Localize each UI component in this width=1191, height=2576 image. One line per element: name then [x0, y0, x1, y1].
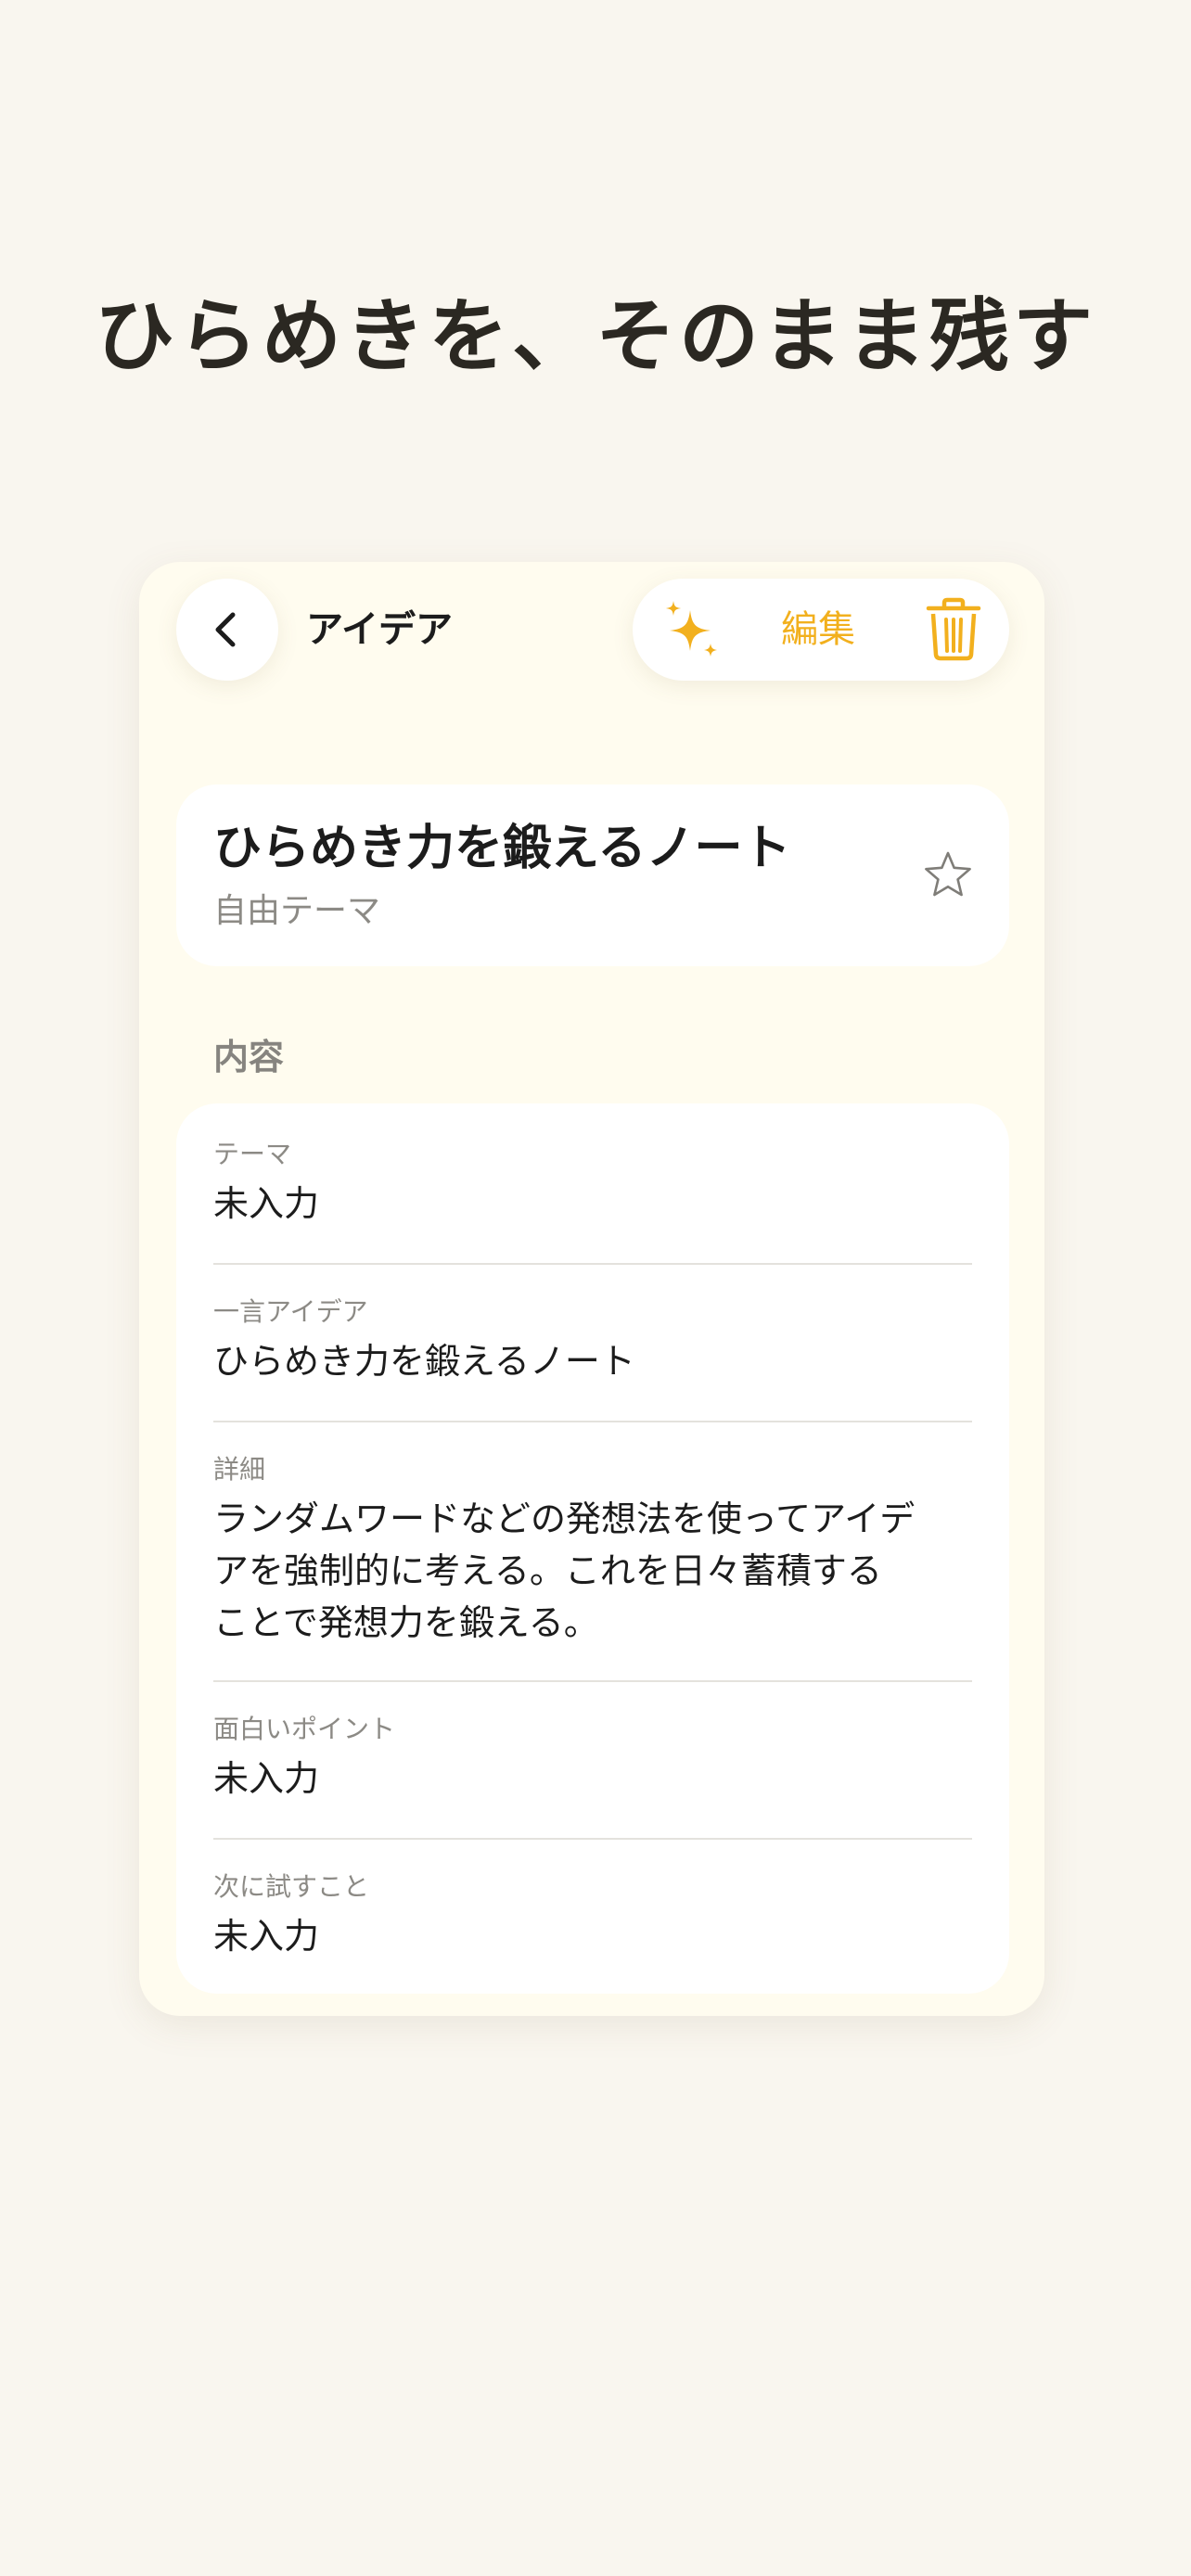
field-theme[interactable]: テーマ 未入力 [213, 1137, 972, 1230]
field-value-line: ことで発想力を鍛える。 [213, 1602, 599, 1643]
ai-assist-button[interactable] [659, 597, 724, 662]
trash-icon [926, 597, 981, 661]
field-value: ひらめき力を鍛えるノート [213, 1341, 635, 1382]
field-value: 未入力 [213, 1183, 320, 1224]
field-divider [213, 1680, 972, 1682]
sparkle-icon [666, 601, 717, 657]
field-label: 一言アイデア [213, 1296, 368, 1327]
back-button[interactable] [176, 579, 278, 681]
field-details[interactable]: 詳細 ランダムワードなどの発想法を使ってアイデ アを強制的に考える。これを日々蓄… [213, 1452, 972, 1649]
field-one-line-idea[interactable]: 一言アイデア ひらめき力を鍛えるノート [213, 1294, 972, 1387]
field-value-line: アを強制的に考える。これを日々蓄積する [213, 1550, 882, 1591]
delete-button[interactable] [924, 597, 983, 662]
field-label: テーマ [213, 1139, 292, 1169]
note-detail-screen: アイデア 編集 ひらめき力を鍛えるノート 自由テーマ 内容 テーマ 未入力 一言… [139, 562, 1044, 2016]
field-divider [213, 1421, 972, 1422]
field-next-try[interactable]: 次に試すこと 未入力 [213, 1869, 972, 1962]
edit-button[interactable]: 編集 [781, 605, 855, 655]
field-value: 未入力 [213, 1758, 320, 1799]
nav-title: アイデア [306, 608, 453, 651]
field-label: 面白いポイント [213, 1714, 396, 1744]
star-outline-icon [925, 851, 971, 897]
navigation-bar: アイデア 編集 [176, 579, 1009, 681]
note-title-card: ひらめき力を鍛えるノート 自由テーマ [176, 784, 1009, 966]
field-label: 次に試すこと [213, 1871, 370, 1902]
content-fields-card: テーマ 未入力 一言アイデア ひらめき力を鍛えるノート 詳細 ランダムワードなど… [176, 1103, 1009, 1994]
field-value: 未入力 [213, 1916, 320, 1957]
page-headline: ひらめきを、そのまま残す [95, 290, 1096, 383]
chevron-left-icon [215, 612, 236, 647]
note-category: 自由テーマ [213, 892, 381, 930]
field-value-line: ランダムワードなどの発想法を使ってアイデ [213, 1498, 916, 1539]
field-label: 詳細 [213, 1454, 266, 1485]
field-divider [213, 1838, 972, 1840]
field-interesting-point[interactable]: 面白いポイント 未入力 [213, 1712, 972, 1804]
section-label-content: 内容 [213, 1037, 285, 1078]
favorite-button[interactable] [922, 849, 974, 901]
note-title: ひらめき力を鍛えるノート [213, 821, 791, 876]
action-toolbar: 編集 [633, 579, 1009, 681]
field-divider [213, 1263, 972, 1265]
